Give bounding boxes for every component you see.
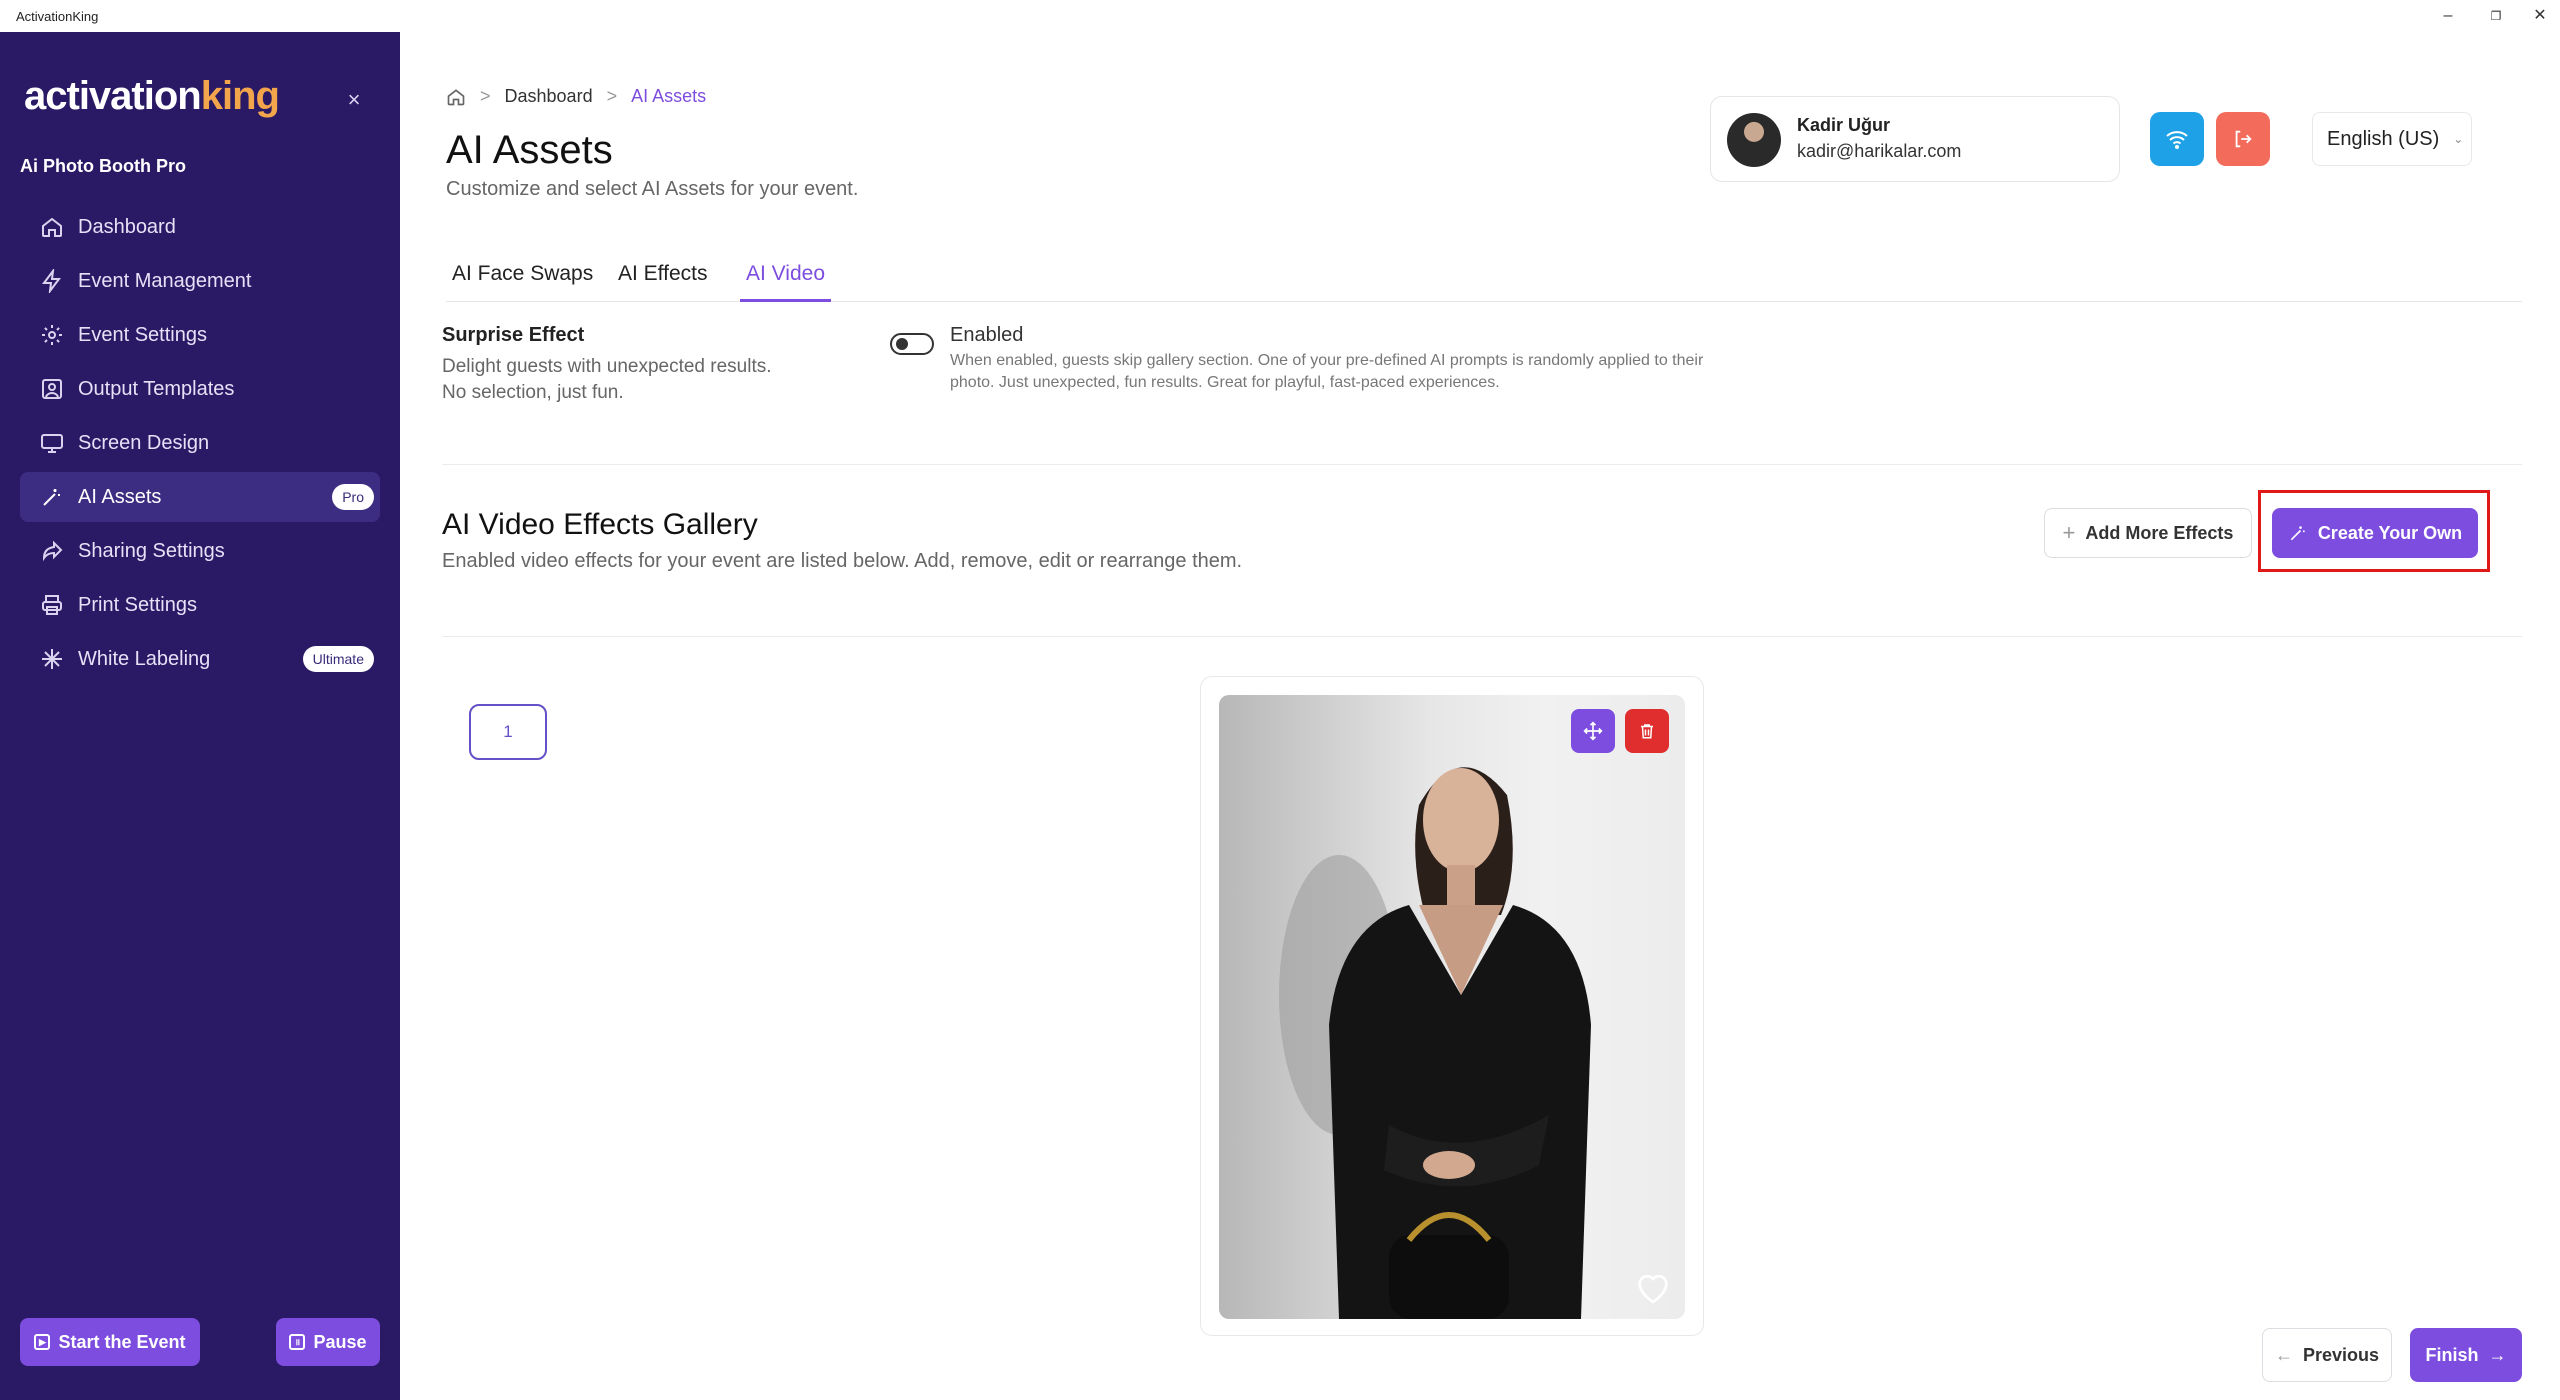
sidebar-item-label: Sharing Settings [78,539,225,562]
portrait-icon [42,379,62,399]
bolt-icon [42,269,61,293]
sidebar-item-ai-assets[interactable]: AI Assets Pro [20,472,380,522]
magic-wand-icon [43,489,60,506]
user-card[interactable]: Kadir Uğur kadir@harikalar.com [1710,96,2120,182]
gear-icon [42,325,62,345]
pause-icon: ॥ [289,1334,306,1350]
surprise-effect-title: Surprise Effect [442,324,585,346]
previous-button[interactable]: ← Previous [2262,1328,2392,1382]
sidebar-item-label: White Labeling [78,647,211,670]
toggle-description: When enabled, guests skip gallery sectio… [950,352,1704,391]
close-window-icon[interactable]: ✕ [2520,4,2560,28]
share-icon [42,540,63,562]
wifi-button[interactable] [2150,112,2204,166]
play-icon: ▶ [34,1334,51,1350]
move-icon [1583,721,1603,741]
pause-button[interactable]: ॥ Pause [276,1318,380,1366]
chevron-down-icon: ⌄ [2453,132,2464,146]
arrow-left-icon: ← [2274,1344,2293,1365]
tab-bar: AI Face Swaps AI Effects AI Video [446,258,2522,302]
page-subtitle: Customize and select AI Assets for your … [446,178,859,200]
plus-icon: + [2062,520,2076,545]
product-name: Ai Photo Booth Pro [20,156,186,176]
sidebar: activationking × Ai Photo Booth Pro Dash… [0,32,400,1400]
sidebar-item-dashboard[interactable]: Dashboard [20,202,380,252]
divider [442,464,2522,465]
sidebar-item-label: Event Management [78,269,252,292]
effect-preview-image [1219,695,1685,1319]
delete-effect-button[interactable] [1625,709,1669,753]
language-select[interactable]: English (US) ⌄ [2312,112,2472,166]
gallery-subtitle: Enabled video effects for your event are… [442,550,1243,572]
minimize-icon[interactable]: – [2428,4,2468,28]
sidebar-item-label: Output Templates [78,377,235,400]
user-name: Kadir Uğur [1797,115,1891,135]
video-effect-card[interactable] [1200,676,1704,1336]
drag-handle-button[interactable] [1571,709,1615,753]
sidebar-item-print-settings[interactable]: Print Settings [20,580,380,630]
start-event-button[interactable]: ▶ Start the Event [20,1318,200,1366]
page-title: AI Assets [446,128,613,172]
sidebar-item-label: Print Settings [78,593,197,616]
gallery-title: AI Video Effects Gallery [442,508,758,541]
sidebar-item-label: AI Assets [78,485,162,508]
sparkle-icon [42,649,62,669]
divider [442,636,2522,637]
sidebar-item-label: Screen Design [78,431,210,454]
highlight-box [2258,490,2490,572]
home-icon[interactable] [446,87,466,107]
printer-icon [42,595,62,615]
tab-ai-effects[interactable]: AI Effects [618,262,708,302]
effect-index-badge[interactable]: 1 [469,704,547,760]
sidebar-item-output-templates[interactable]: Output Templates [20,364,380,414]
logo: activationking [24,74,280,118]
heart-icon[interactable] [1633,1267,1673,1307]
sidebar-item-screen-design[interactable]: Screen Design [20,418,380,468]
toggle-label: Enabled [950,324,1024,346]
restore-icon[interactable]: ❐ [2476,4,2516,28]
sidebar-item-sharing-settings[interactable]: Sharing Settings [20,526,380,576]
breadcrumb-dashboard[interactable]: Dashboard [505,86,593,107]
pro-badge: Pro [332,484,374,510]
breadcrumb-separator: > [606,86,618,106]
breadcrumb-current: AI Assets [631,86,707,106]
wifi-icon [2166,131,2188,149]
logout-button[interactable] [2216,112,2270,166]
breadcrumb-separator: > [480,86,491,106]
sidebar-item-event-management[interactable]: Event Management [20,256,380,306]
avatar [1727,113,1781,167]
sidebar-item-label: Event Settings [78,323,207,346]
surprise-effect-description: Delight guests with unexpected results. … [442,356,772,403]
surprise-effect-toggle[interactable] [890,333,934,355]
tab-ai-video[interactable]: AI Video [740,262,832,302]
finish-button[interactable]: Finish → [2410,1328,2522,1382]
sidebar-item-event-settings[interactable]: Event Settings [20,310,380,360]
tab-ai-face-swaps[interactable]: AI Face Swaps [452,262,593,302]
sidebar-nav: Dashboard Event Management Event Setting… [20,202,380,688]
trash-icon [1641,724,1653,739]
sidebar-item-white-labeling[interactable]: White Labeling Ultimate [20,634,380,684]
arrow-right-icon: → [2488,1344,2507,1365]
user-email: kadir@harikalar.com [1797,141,1962,161]
ultimate-badge: Ultimate [302,646,374,672]
window-titlebar: ActivationKing – ❐ ✕ [0,0,2560,32]
sidebar-item-label: Dashboard [78,215,176,238]
breadcrumb: > Dashboard > AI Assets [446,86,706,107]
window-title: ActivationKing [16,9,99,24]
home-icon [42,217,62,237]
close-sidebar-icon[interactable]: × [342,88,366,112]
monitor-icon [41,434,63,453]
logout-icon [2235,130,2252,148]
add-more-effects-button[interactable]: + Add More Effects [2044,508,2252,558]
woman-in-black-blazer-image [1279,767,1591,1319]
